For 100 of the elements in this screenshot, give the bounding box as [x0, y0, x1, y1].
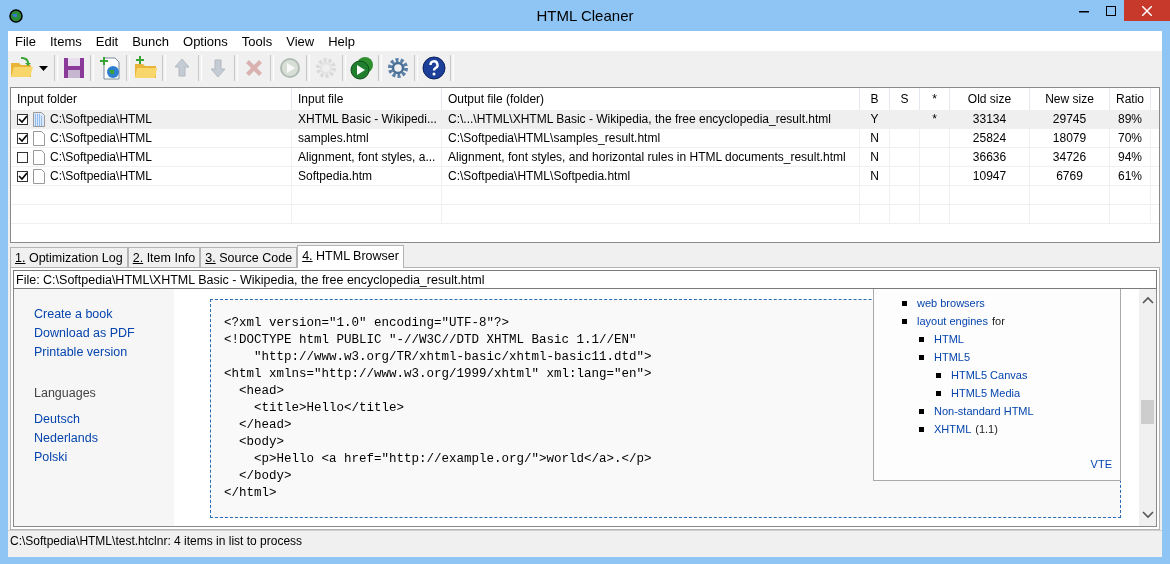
table-cell-text: Y	[870, 110, 879, 128]
table-cell-text: Alignment, font styles, a...	[298, 148, 436, 166]
table-cell-text: N	[870, 129, 879, 147]
table-cell-text: C:\Softpedia\HTML	[50, 148, 153, 166]
code-line: <p>Hello <a href="http://example.org/">world</a>.</p>	[253, 451, 652, 468]
code-line: </head>	[238, 417, 292, 434]
menu-item[interactable]: View	[279, 33, 322, 49]
table-cell-text: C:\Softpedia\HTML	[50, 129, 153, 147]
sidebar-link[interactable]: Download as PDF	[34, 324, 174, 343]
settings-icon[interactable]	[385, 55, 411, 81]
language-link[interactable]: Deutsch	[34, 410, 174, 429]
table-cell-text: 70%	[1118, 129, 1142, 147]
menu-item[interactable]: Edit	[88, 33, 126, 49]
bullet-icon	[919, 354, 924, 360]
tab[interactable]: 3. Source Code	[200, 247, 298, 267]
table-cell-text: 94%	[1118, 148, 1142, 166]
maximize-icon	[1105, 5, 1116, 16]
scroll-up-icon[interactable]	[1140, 295, 1155, 305]
add-folder-icon[interactable]	[133, 55, 159, 81]
close-button[interactable]	[1124, 0, 1170, 21]
add-web-file-icon[interactable]	[97, 55, 123, 81]
table-cell-text: C:\Softpedia\HTML\Softpedia.html	[448, 167, 631, 185]
checkbox[interactable]	[17, 151, 28, 163]
scrollbar-thumb[interactable]	[1141, 400, 1154, 424]
nav-link[interactable]: Non-standard HTML	[934, 405, 1034, 417]
table-cell-text: C:\...\HTML\XHTML Basic - Wikipedia, the free encyclopedia_result.html	[448, 110, 832, 128]
table-cell-text: 34726	[1052, 148, 1087, 166]
nav-link[interactable]: XHTML	[934, 423, 972, 435]
code-line: <title>Hello</title>	[253, 400, 405, 417]
nav-link[interactable]: HTML5	[934, 351, 971, 363]
code-line: <body>	[238, 434, 284, 451]
checkbox[interactable]	[17, 132, 28, 144]
table-cell-text: 33134	[972, 110, 1007, 128]
tab[interactable]: 4. HTML Browser	[297, 245, 404, 268]
sidebar-link[interactable]: Create a book	[34, 305, 174, 324]
table-cell-text: C:\Softpedia\HTML	[50, 167, 153, 185]
table-cell-text: C:\Softpedia\HTML\samples_result.html	[448, 129, 661, 147]
tab[interactable]: 1. Optimization Log	[10, 247, 128, 267]
code-line: <html xmlns="http://www.w3.org/1999/xhtml" xml:lang="en">	[224, 366, 652, 383]
code-line: </body>	[238, 468, 292, 485]
nav-link[interactable]: web browsers	[917, 297, 985, 309]
nav-text: for	[991, 315, 1005, 327]
nav-link[interactable]: HTML5 Media	[951, 387, 1021, 399]
bullet-icon	[902, 300, 907, 306]
table-cell-text: 18079	[1052, 129, 1087, 147]
checkbox[interactable]	[17, 113, 28, 125]
file-path-field: File: C:\Softpedia\HTML\XHTML Basic - Wikipedia, the free encyclopedia_result.html	[13, 270, 1157, 289]
table-cell-text: Softpedia.htm	[298, 167, 373, 185]
menu-item[interactable]: Help	[321, 33, 362, 49]
table-cell-text: 89%	[1118, 110, 1142, 128]
menu-item[interactable]: Tools	[234, 33, 280, 49]
code-line: "http://www.w3.org/TR/xhtml-basic/xhtml-basic11.dtd">	[253, 349, 652, 366]
help-icon[interactable]	[421, 55, 447, 81]
table-cell-text: samples.html	[298, 129, 369, 147]
code-line: </html>	[224, 485, 277, 502]
table-cell-text: 25824	[972, 129, 1007, 147]
play-all-icon[interactable]	[349, 55, 375, 81]
vte-link[interactable]: VTE	[1090, 458, 1112, 470]
sidebar-link[interactable]: Printable version	[34, 343, 174, 362]
menu-item[interactable]: Bunch	[125, 33, 177, 49]
table-cell-text: C:\Softpedia\HTML	[50, 110, 153, 128]
bullet-icon	[936, 372, 941, 378]
menu-item[interactable]: File	[8, 33, 43, 49]
menu-item[interactable]: Options	[176, 33, 235, 49]
scroll-down-icon[interactable]	[1140, 510, 1155, 520]
caret-icon[interactable]	[39, 65, 48, 71]
bullet-icon	[919, 408, 924, 414]
nav-link[interactable]: HTML	[934, 333, 964, 345]
nav-link[interactable]: layout engines	[917, 315, 988, 327]
document-icon	[33, 130, 45, 146]
code-line: <head>	[238, 383, 284, 400]
tab[interactable]: 2. Item Info	[127, 247, 201, 267]
nav-text: (1.1)	[975, 423, 998, 435]
bullet-icon	[902, 318, 907, 324]
bullet-icon	[919, 426, 924, 432]
table-cell-text: Alignment, font styles, and horizontal rules in HTML documents_result.html	[448, 148, 846, 166]
checkbox[interactable]	[17, 170, 28, 182]
document-icon	[33, 111, 45, 127]
status-bar: C:\Softpedia\HTML\test.htclnr: 4 items in list to process	[8, 530, 1162, 557]
save-icon[interactable]	[61, 55, 87, 81]
menu-item[interactable]: Items	[42, 33, 89, 49]
vertical-scrollbar[interactable]	[1139, 289, 1156, 526]
document-icon	[33, 149, 45, 165]
section-heading: Languages	[34, 386, 97, 400]
table-cell-text: 10947	[972, 167, 1007, 185]
table-cell-text: 29745	[1052, 110, 1087, 128]
code-line: <?xml version="1.0" encoding="UTF-8"?>	[224, 315, 510, 332]
close-icon	[1142, 5, 1152, 16]
window-title: HTML Cleaner	[535, 7, 635, 24]
code-line: <!DOCTYPE html PUBLIC "-//W3C//DTD XHTML Basic 1.1//EN"	[224, 332, 637, 349]
table-cell-text: 6769	[1056, 167, 1083, 185]
table-cell-text: *	[932, 110, 937, 128]
table-cell-text: N	[870, 167, 879, 185]
nav-link[interactable]: HTML5 Canvas	[951, 369, 1028, 381]
app-globe-icon	[8, 7, 24, 24]
bullet-icon	[936, 390, 941, 396]
language-link[interactable]: Polski	[34, 448, 174, 467]
language-link[interactable]: Nederlands	[34, 429, 174, 448]
table-cell-text: 61%	[1118, 167, 1142, 185]
table-cell-text: 36636	[972, 148, 1007, 166]
